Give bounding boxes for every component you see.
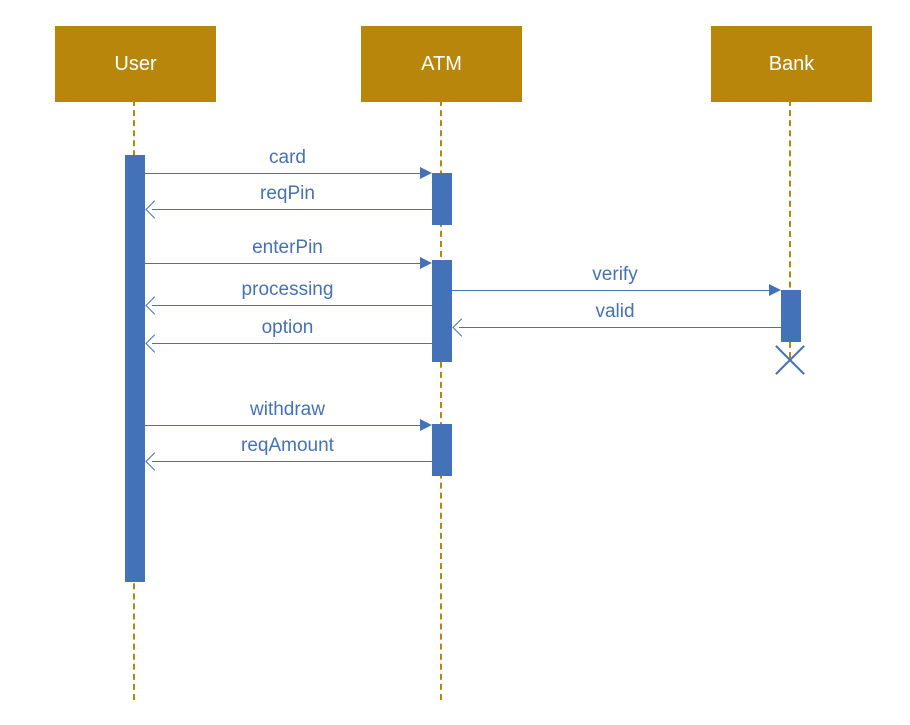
- message-enterpin-line: [144, 263, 422, 264]
- message-valid-line: [459, 327, 781, 328]
- activation-bank: [781, 290, 801, 342]
- lifeline-user-head: User: [55, 26, 216, 102]
- message-verify-label: verify: [451, 264, 779, 286]
- lifeline-atm-label: ATM: [421, 53, 462, 76]
- message-verify-line: [451, 290, 771, 291]
- message-enterpin-label: enterPin: [145, 237, 430, 259]
- activation-atm-1: [432, 173, 452, 225]
- message-card-line: [144, 173, 422, 174]
- lifeline-user-label: User: [114, 53, 156, 76]
- message-reqamount-label: reqAmount: [145, 435, 430, 457]
- message-reqpin-line: [152, 209, 432, 210]
- message-valid-label: valid: [451, 301, 779, 323]
- activation-atm-3: [432, 424, 452, 476]
- message-withdraw-label: withdraw: [145, 399, 430, 421]
- lifeline-bank-label: Bank: [769, 53, 815, 76]
- lifeline-bank-head: Bank: [711, 26, 872, 102]
- message-option-label: option: [145, 317, 430, 339]
- message-processing-label: processing: [145, 279, 430, 301]
- activation-user: [125, 155, 145, 582]
- message-reqpin-label: reqPin: [145, 183, 430, 205]
- message-processing-line: [152, 305, 432, 306]
- activation-atm-2: [432, 260, 452, 362]
- message-option-line: [152, 343, 432, 344]
- lifeline-atm-head: ATM: [361, 26, 522, 102]
- message-card-label: card: [145, 147, 430, 169]
- message-withdraw-line: [144, 425, 422, 426]
- destroy-bank-x-icon: [770, 340, 810, 380]
- message-reqamount-line: [152, 461, 432, 462]
